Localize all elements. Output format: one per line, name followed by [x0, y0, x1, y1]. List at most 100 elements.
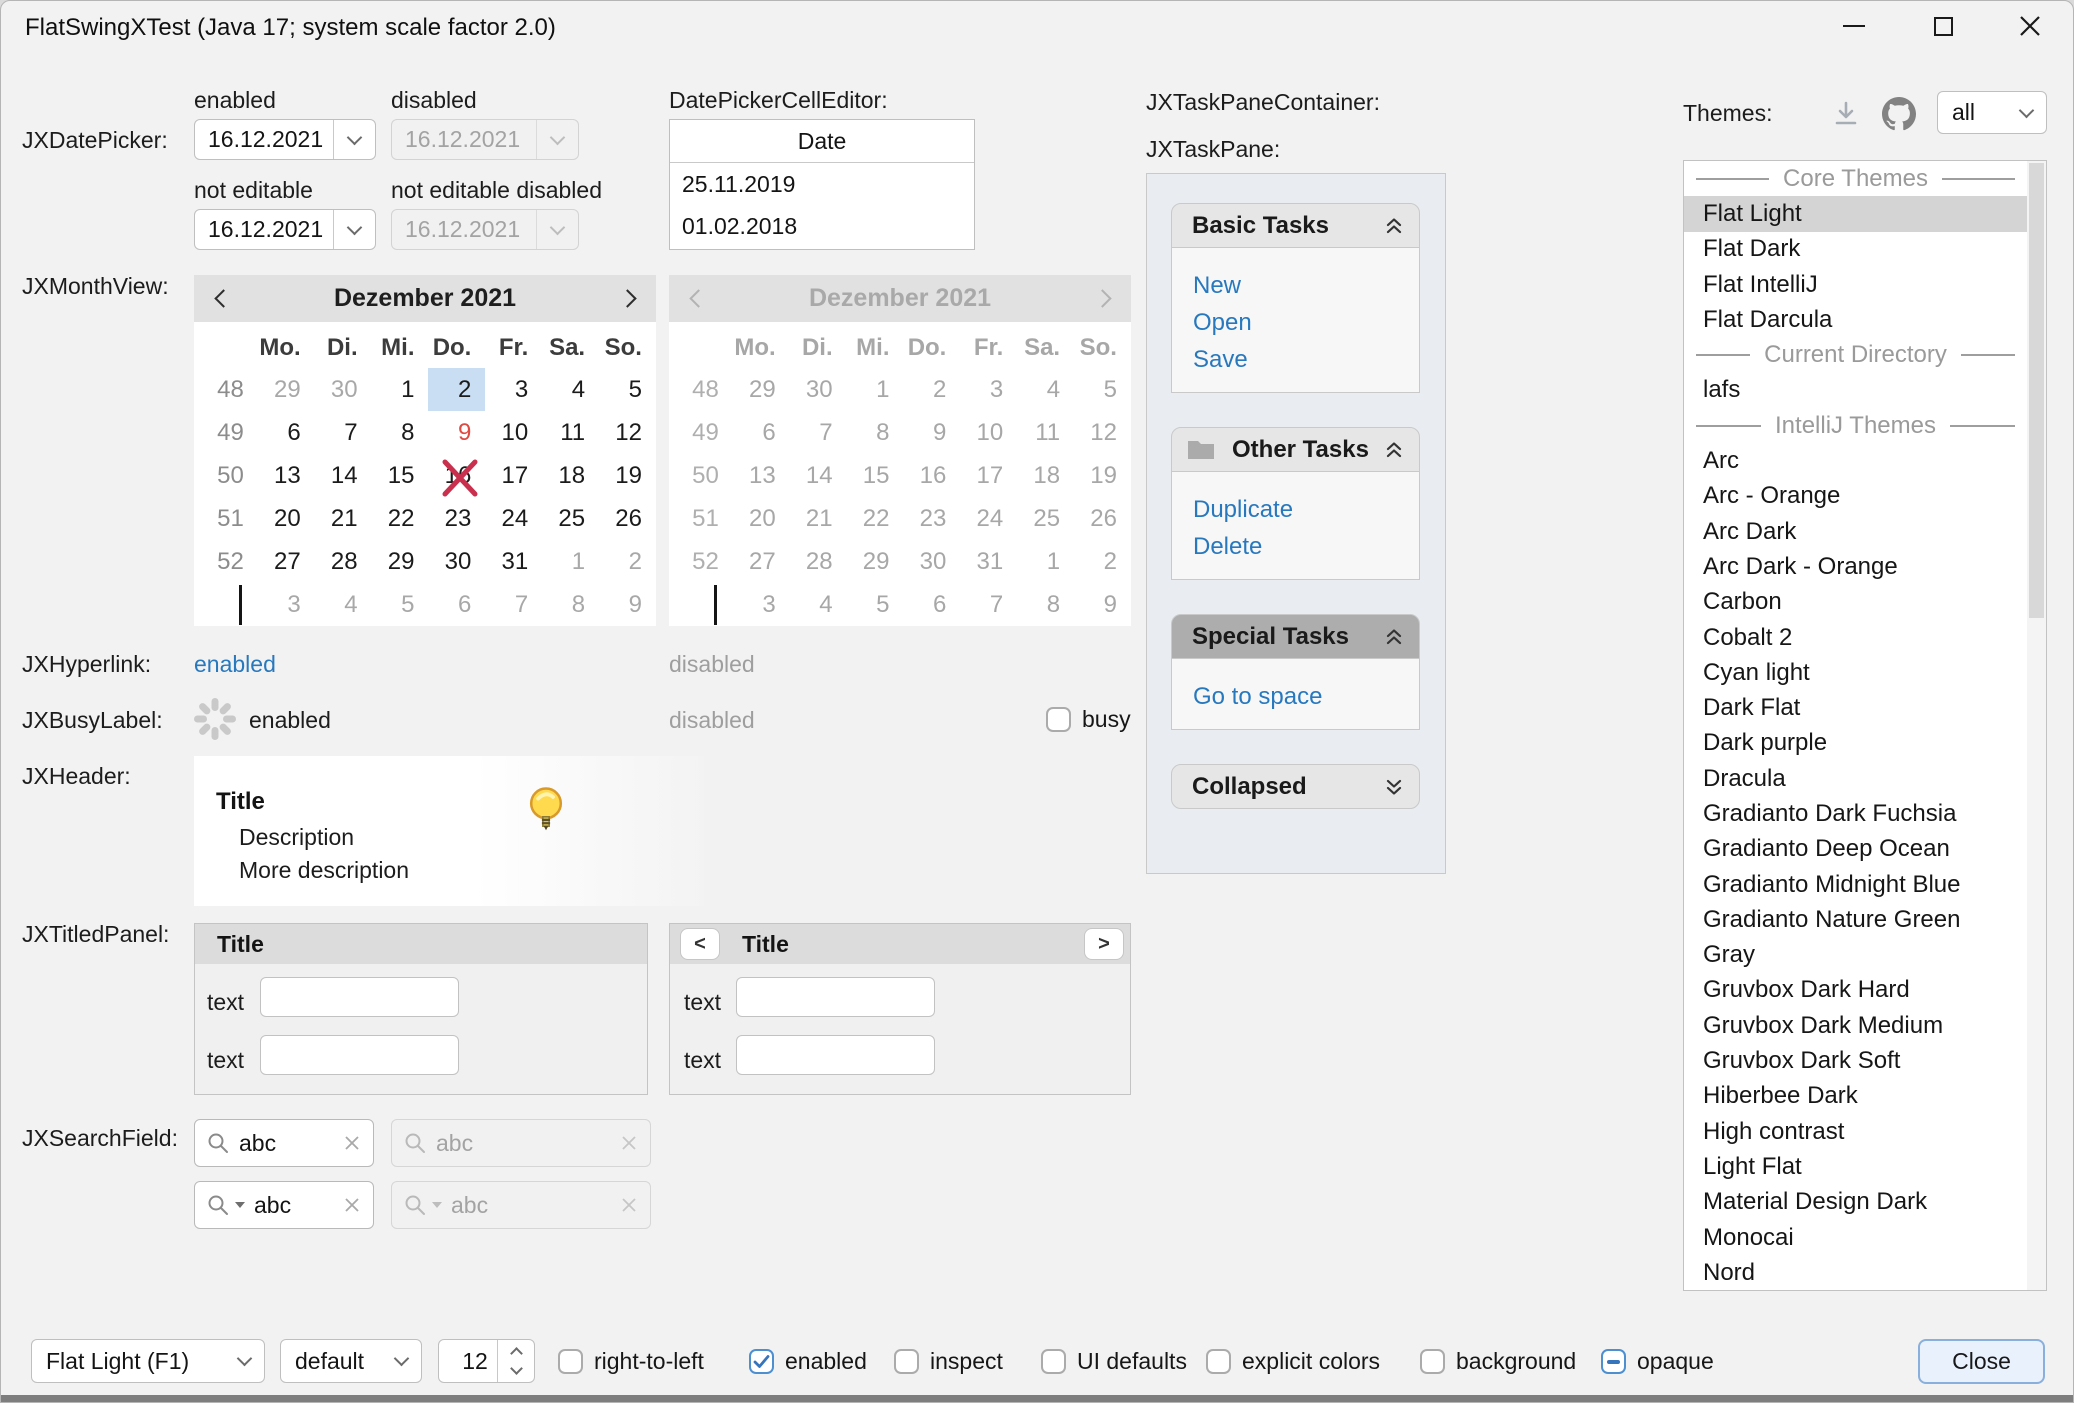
day-cell[interactable]: 9	[599, 583, 656, 626]
day-cell[interactable]: 24	[485, 497, 542, 540]
taskpane-header[interactable]: Basic Tasks	[1171, 203, 1420, 248]
next-month-button[interactable]	[606, 275, 652, 322]
checkbox-row-ui-defaults[interactable]: UI defaults	[1041, 1348, 1187, 1375]
datepicker-noteditable-dropdown-button[interactable]	[333, 210, 375, 249]
day-cell[interactable]: 29	[372, 540, 429, 583]
theme-item-cyan-light[interactable]: Cyan light	[1684, 655, 2027, 690]
datepicker-noteditable[interactable]: 16.12.2021	[194, 209, 376, 250]
cell-editor-table[interactable]: Date 25.11.201901.02.2018	[669, 119, 975, 250]
day-cell[interactable]: 1	[372, 368, 429, 411]
day-cell[interactable]: 22	[372, 497, 429, 540]
day-cell[interactable]: 17	[485, 454, 542, 497]
day-cell[interactable]: 11	[542, 411, 599, 454]
search-icon[interactable]	[403, 1193, 427, 1217]
checkbox-unchecked[interactable]	[1420, 1349, 1445, 1374]
day-cell[interactable]: 28	[315, 540, 372, 583]
theme-item-dark-flat[interactable]: Dark Flat	[1684, 690, 2027, 725]
theme-item-monocai[interactable]: Monocai	[1684, 1220, 2027, 1255]
taskpane-action-open[interactable]: Open	[1193, 304, 1419, 341]
cell-editor-row[interactable]: 01.02.2018	[670, 205, 974, 247]
theme-item-dracula[interactable]: Dracula	[1684, 761, 2027, 796]
day-cell[interactable]: 5	[372, 583, 429, 626]
theme-item-gradianto-dark-fuchsia[interactable]: Gradianto Dark Fuchsia	[1684, 796, 2027, 831]
theme-item-gruvbox-dark-soft[interactable]: Gruvbox Dark Soft	[1684, 1043, 2027, 1078]
busy-checkbox-row[interactable]: busy	[1046, 706, 1131, 733]
checkbox-row-explicit-colors[interactable]: explicit colors	[1206, 1348, 1380, 1375]
theme-item-arc-dark[interactable]: Arc Dark	[1684, 514, 2027, 549]
titledpanel-right-field1-input[interactable]	[736, 977, 935, 1017]
style-combobox[interactable]: default	[280, 1339, 422, 1383]
day-cell[interactable]: 1	[542, 540, 599, 583]
minimize-button[interactable]	[1822, 1, 1886, 51]
monthview-enabled[interactable]: Dezember 2021Mo.Di.Mi.Do.Fr.Sa.So.482930…	[194, 275, 656, 626]
theme-item-dark-purple[interactable]: Dark purple	[1684, 726, 2027, 761]
searchfield-with-menu[interactable]: abc	[194, 1181, 374, 1229]
taskpane-header[interactable]: Collapsed	[1171, 764, 1420, 809]
taskpane-header[interactable]: Other Tasks	[1171, 427, 1420, 472]
day-cell[interactable]: 19	[599, 454, 656, 497]
day-cell[interactable]: 16	[428, 454, 485, 497]
day-cell[interactable]: 15	[372, 454, 429, 497]
checkbox-row-right-to-left[interactable]: right-to-left	[558, 1348, 704, 1375]
day-cell[interactable]: 3	[485, 368, 542, 411]
hyperlink-enabled[interactable]: enabled	[194, 651, 276, 678]
checkbox-row-inspect[interactable]: inspect	[894, 1348, 1003, 1375]
datepicker-enabled-dropdown-button[interactable]	[333, 120, 375, 159]
datepicker-enabled[interactable]: 16.12.2021	[194, 119, 376, 160]
theme-item-flat-light[interactable]: Flat Light	[1684, 196, 2027, 231]
day-cell[interactable]: 6	[428, 583, 485, 626]
checkbox-row-opaque[interactable]: opaque	[1601, 1348, 1714, 1375]
day-cell[interactable]: 26	[599, 497, 656, 540]
theme-item-gradianto-deep-ocean[interactable]: Gradianto Deep Ocean	[1684, 832, 2027, 867]
day-cell[interactable]: 27	[258, 540, 315, 583]
titledpanel-next-button[interactable]: >	[1084, 928, 1124, 960]
day-cell[interactable]: 12	[599, 411, 656, 454]
day-cell[interactable]: 10	[485, 411, 542, 454]
theme-item-gruvbox-dark-hard[interactable]: Gruvbox Dark Hard	[1684, 973, 2027, 1008]
themes-filter-combobox[interactable]: all	[1937, 91, 2047, 134]
taskpane-action-new[interactable]: New	[1193, 267, 1419, 304]
laf-combobox[interactable]: Flat Light (F1)	[31, 1339, 265, 1383]
day-cell[interactable]: 7	[485, 583, 542, 626]
day-cell[interactable]: 25	[542, 497, 599, 540]
checkbox-unchecked[interactable]	[558, 1349, 583, 1374]
theme-item-material-design-dark[interactable]: Material Design Dark	[1684, 1185, 2027, 1220]
checkbox-checked[interactable]	[749, 1349, 774, 1374]
themes-list[interactable]: Core ThemesFlat LightFlat DarkFlat Intel…	[1683, 160, 2047, 1291]
theme-item-arc-dark-orange[interactable]: Arc Dark - Orange	[1684, 549, 2027, 584]
checkbox-unchecked[interactable]	[1041, 1349, 1066, 1374]
day-cell[interactable]: 6	[258, 411, 315, 454]
theme-item-lafs[interactable]: lafs	[1684, 373, 2027, 408]
busy-checkbox[interactable]	[1046, 707, 1071, 732]
day-cell[interactable]: 29	[258, 368, 315, 411]
theme-item-flat-darcula[interactable]: Flat Darcula	[1684, 302, 2027, 337]
day-cell[interactable]: 30	[428, 540, 485, 583]
theme-item-hiberbee-dark[interactable]: Hiberbee Dark	[1684, 1079, 2027, 1114]
day-cell[interactable]: 4	[315, 583, 372, 626]
maximize-button[interactable]	[1911, 1, 1975, 51]
theme-item-arc[interactable]: Arc	[1684, 443, 2027, 478]
day-cell[interactable]: 2	[599, 540, 656, 583]
day-cell[interactable]: 9	[428, 411, 485, 454]
theme-item-cobalt-2[interactable]: Cobalt 2	[1684, 620, 2027, 655]
theme-item-light-flat[interactable]: Light Flat	[1684, 1149, 2027, 1184]
day-cell[interactable]: 21	[315, 497, 372, 540]
titledpanel-left-field1-input[interactable]	[260, 977, 459, 1017]
taskpane-action-go-to-space[interactable]: Go to space	[1193, 678, 1419, 715]
day-cell[interactable]: 3	[258, 583, 315, 626]
theme-item-high-contrast[interactable]: High contrast	[1684, 1114, 2027, 1149]
themes-scrollbar[interactable]	[2027, 161, 2046, 1290]
checkbox-unchecked[interactable]	[894, 1349, 919, 1374]
prev-month-button[interactable]	[198, 275, 244, 322]
day-cell[interactable]: 8	[542, 583, 599, 626]
day-cell[interactable]: 5	[599, 368, 656, 411]
day-cell[interactable]: 20	[258, 497, 315, 540]
taskpane-action-delete[interactable]: Delete	[1193, 528, 1419, 565]
day-cell[interactable]: 7	[315, 411, 372, 454]
theme-item-gradianto-midnight-blue[interactable]: Gradianto Midnight Blue	[1684, 867, 2027, 902]
taskpane-action-duplicate[interactable]: Duplicate	[1193, 491, 1419, 528]
day-cell[interactable]: 8	[372, 411, 429, 454]
clear-icon[interactable]	[342, 1195, 362, 1215]
clear-icon[interactable]	[342, 1133, 362, 1153]
day-cell[interactable]: 4	[542, 368, 599, 411]
